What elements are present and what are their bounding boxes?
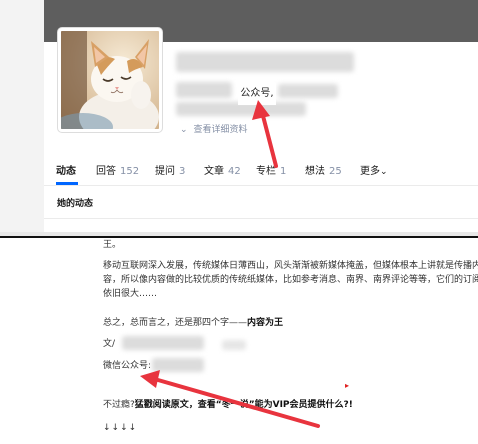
article-panel: 王。 移动互联网深入发展，传统媒体日薄西山，风头渐渐被新媒体掩盖，但媒体根本上讲…: [0, 236, 478, 444]
down-arrows: ↓↓↓↓: [103, 423, 138, 433]
tab-questions[interactable]: 提问 3: [155, 164, 185, 180]
tab-articles[interactable]: 文章 42: [204, 164, 241, 180]
tab-count: 3: [179, 166, 186, 177]
view-details-label: 查看详细资料: [193, 125, 248, 135]
tab-label: 提问: [155, 166, 175, 177]
avatar[interactable]: [58, 28, 162, 132]
read-more-link[interactable]: 猛戳阅读原文，查看“冬一说”能为VIP会员提供什么?!: [135, 400, 353, 410]
tab-count: 25: [329, 166, 342, 177]
profile-panel: 公众号, ⌄ 查看详细资料 动态 回答 152 提问 3 文章 42 专栏 1 想法 25 …: [0, 0, 478, 232]
read-more-prefix: 不过瘾?: [103, 400, 135, 410]
tab-label: 更多: [360, 166, 380, 177]
tab-more[interactable]: 更多⌄: [360, 164, 388, 180]
tab-activity[interactable]: 动态: [56, 164, 76, 180]
tab-label: 想法: [305, 166, 325, 177]
chevron-down-icon: ⌄: [180, 125, 188, 135]
blurred-headline-2: [278, 84, 338, 98]
view-details-link[interactable]: ⌄ 查看详细资料: [180, 122, 248, 135]
blurred-username: [176, 52, 354, 72]
tab-label: 动态: [56, 166, 76, 177]
article-fragment: 王。: [103, 240, 122, 250]
paragraph-line: 容，所以像内容做的比较优质的传统纸媒体，比如参考消息、南界、南界评论等等，它们的…: [103, 275, 478, 285]
wechat-line: 微信公众号:: [103, 359, 151, 373]
blurred-author: [122, 336, 204, 350]
active-tab-indicator: [56, 182, 78, 185]
tab-columns[interactable]: 专栏 1: [256, 164, 286, 180]
divider: [44, 218, 478, 219]
blurred-smudge: [222, 340, 246, 350]
blurred-wechat-id: [152, 358, 204, 372]
paragraph-line: 移动互联网深入发展，传统媒体日薄西山，风头渐渐被新媒体掩盖，但媒体根本上讲就是传…: [103, 261, 478, 271]
tab-count: 1: [280, 166, 287, 177]
article-paragraph: 移动互联网深入发展，传统媒体日薄西山，风头渐渐被新媒体掩盖，但媒体根本上讲就是传…: [103, 259, 478, 301]
tab-label: 专栏: [256, 166, 276, 177]
blurred-headline: [176, 82, 232, 98]
red-marker-icon: ▸: [345, 381, 350, 390]
tab-label: 回答: [96, 166, 116, 177]
official-account-callout: 公众号,: [238, 83, 276, 105]
author-line: 文/: [103, 337, 115, 351]
author-prefix: 文/: [103, 339, 116, 349]
tab-count: 152: [120, 166, 140, 177]
cat-photo: [61, 31, 159, 129]
summary-text: 总之，总而言之，还是那四个字——: [103, 318, 248, 328]
profile-tab-bar: 动态 回答 152 提问 3 文章 42 专栏 1 想法 25 更多⌄: [44, 160, 478, 186]
section-title: 她的动态: [57, 199, 94, 209]
paragraph-line: 依旧很大……: [103, 289, 158, 299]
read-more-line[interactable]: 不过瘾?猛戳阅读原文，查看“冬一说”能为VIP会员提供什么?!: [103, 398, 353, 412]
article-summary: 总之，总而言之，还是那四个字——内容为王: [103, 316, 283, 330]
tab-thoughts[interactable]: 想法 25: [305, 164, 342, 180]
chevron-down-icon: ⌄: [380, 167, 388, 177]
tab-count: 42: [228, 166, 241, 177]
summary-emphasis: 内容为王: [247, 318, 284, 328]
tab-answers[interactable]: 回答 152: [96, 164, 139, 180]
wechat-prefix: 微信公众号:: [103, 361, 152, 371]
tab-label: 文章: [204, 166, 224, 177]
